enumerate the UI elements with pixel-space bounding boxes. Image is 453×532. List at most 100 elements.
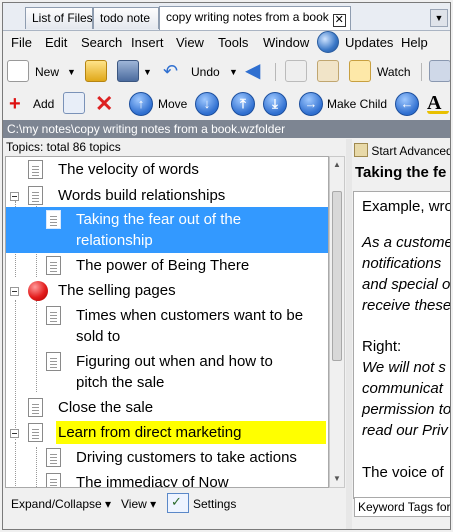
menu-tools[interactable]: Tools <box>218 35 248 50</box>
new-note-icon[interactable] <box>7 60 29 82</box>
keyword-tags-field[interactable]: Keyword Tags for <box>354 497 450 517</box>
new-button[interactable]: New <box>35 60 59 84</box>
note-icon <box>28 186 43 205</box>
note-text-line: read our Priv <box>362 422 448 439</box>
collapse-toggle-icon[interactable] <box>10 429 19 438</box>
delete-icon[interactable]: ✕ <box>95 92 113 116</box>
start-advanced-button[interactable]: Start Advanced <box>371 144 450 158</box>
note-text-line: receive these <box>362 297 451 314</box>
scroll-thumb[interactable] <box>332 191 342 361</box>
note-icon <box>28 398 43 417</box>
tree-item-selected[interactable]: Taking the fear out of the relationship <box>6 207 328 253</box>
watch-icon[interactable] <box>349 60 371 82</box>
tree-item-label-line2: sold to <box>76 328 121 345</box>
scroll-down-icon[interactable]: ▼ <box>330 471 344 487</box>
back-arrow-icon[interactable]: ◀ <box>245 60 267 82</box>
note-icon <box>46 256 61 275</box>
open-folder-icon[interactable] <box>85 60 107 82</box>
move-button[interactable]: Move <box>158 92 187 116</box>
watch-button[interactable]: Watch <box>377 60 411 84</box>
note-text-line: notifications <box>362 255 442 272</box>
add-child-list-icon[interactable] <box>63 92 85 114</box>
tab-list-dropdown-icon[interactable]: ▼ <box>430 9 448 27</box>
tree-item-label-line2: pitch the sale <box>76 374 165 391</box>
tree-item[interactable]: Figuring out when and how to pitch the s… <box>6 349 328 395</box>
menu-help[interactable]: Help <box>401 35 428 50</box>
tab-label: copy writing notes from a book <box>166 10 329 24</box>
view-menu[interactable]: View ▾ <box>121 496 156 512</box>
make-child-arrow-icon[interactable]: → <box>299 92 323 116</box>
tree-item[interactable]: Times when customers want to be sold to <box>6 303 328 349</box>
menu-file[interactable]: File <box>11 35 32 50</box>
note-icon <box>28 160 43 179</box>
tree-item[interactable]: Learn from direct marketing <box>6 420 328 445</box>
save-icon[interactable] <box>117 60 139 82</box>
add-plus-icon[interactable]: + <box>9 92 21 116</box>
tree-item-label: Times when customers want to be <box>76 307 304 324</box>
move-down-icon[interactable]: ↓ <box>195 92 219 116</box>
menu-edit[interactable]: Edit <box>45 35 67 50</box>
scroll-up-icon[interactable]: ▲ <box>330 157 344 173</box>
tree-item-label: The power of Being There <box>76 257 250 274</box>
note-title[interactable]: Taking the fe <box>355 164 446 181</box>
new-dropdown-icon[interactable]: ▼ <box>67 60 76 84</box>
settings-checklist-icon[interactable] <box>167 493 189 513</box>
font-icon[interactable]: A <box>427 92 449 114</box>
globe-icon[interactable] <box>317 31 339 53</box>
tree-item[interactable]: Close the sale <box>6 395 328 420</box>
tools-icon[interactable] <box>429 60 450 82</box>
note-text-line: and special o <box>362 276 451 293</box>
tab-copy-writing-notes[interactable]: copy writing notes from a book ✕ <box>159 6 351 30</box>
save-dropdown-icon[interactable]: ▼ <box>143 60 152 84</box>
menu-view[interactable]: View <box>176 35 204 50</box>
tab-label: List of Files <box>32 11 93 25</box>
tree-item[interactable]: The immediacy of Now <box>6 470 328 487</box>
note-icon <box>28 423 43 442</box>
tab-list-of-files[interactable]: List of Files <box>25 7 93 29</box>
tree-item[interactable]: The selling pages <box>6 278 328 303</box>
tree-item[interactable]: The velocity of words <box>6 157 328 183</box>
expand-collapse-menu[interactable]: Expand/Collapse ▾ <box>11 496 111 512</box>
undo-dropdown-icon[interactable]: ▼ <box>229 60 238 84</box>
tree-item-label: Figuring out when and how to <box>76 353 273 370</box>
copy-icon[interactable] <box>285 60 307 82</box>
note-text-line: As a custome <box>362 234 451 251</box>
move-top-icon[interactable]: ⤒ <box>231 92 255 116</box>
topic-tree[interactable]: The velocity of words Words build relati… <box>5 156 329 488</box>
collapse-toggle-icon[interactable] <box>10 192 19 201</box>
tab-todo-note[interactable]: todo note <box>93 7 159 29</box>
tab-label: todo note <box>100 11 151 25</box>
menu-updates[interactable]: Updates <box>345 35 393 50</box>
paste-icon[interactable] <box>317 60 339 82</box>
collapse-toggle-icon[interactable] <box>10 287 19 296</box>
tree-item[interactable]: Words build relationships <box>6 183 328 207</box>
note-text-line: We will not s <box>362 359 446 376</box>
add-button[interactable]: Add <box>33 92 54 116</box>
move-bottom-icon[interactable]: ⤓ <box>263 92 287 116</box>
edit-pencil-icon[interactable] <box>354 143 368 157</box>
tree-item[interactable]: The power of Being There <box>6 253 328 278</box>
menu-insert[interactable]: Insert <box>131 35 164 50</box>
undo-button[interactable]: Undo <box>191 60 220 84</box>
tree-scrollbar[interactable]: ▲ ▼ <box>329 156 345 488</box>
topics-count: Topics: total 86 topics <box>6 140 121 154</box>
menu-window[interactable]: Window <box>263 35 309 50</box>
move-up-icon[interactable]: ↑ <box>129 92 153 116</box>
menu-bar: File Edit Search Insert View Tools Windo… <box>3 31 450 55</box>
close-tab-icon[interactable]: ✕ <box>332 14 346 27</box>
toolbar-separator <box>275 63 276 81</box>
make-parent-arrow-icon[interactable]: ← <box>395 92 419 116</box>
note-icon <box>46 448 61 467</box>
tree-item-label: The velocity of words <box>58 161 199 178</box>
tree-item-label: Taking the fear out of the <box>76 211 242 228</box>
note-icon <box>46 306 61 325</box>
make-child-button[interactable]: Make Child <box>327 92 387 116</box>
note-text-line: communicat <box>362 380 443 397</box>
tree-item[interactable]: Driving customers to take actions <box>6 445 328 470</box>
note-icon <box>46 352 61 371</box>
note-body[interactable]: Example, wro As a custome notifications … <box>353 191 451 499</box>
tree-item-label: Driving customers to take actions <box>76 449 297 466</box>
menu-search[interactable]: Search <box>81 35 122 50</box>
settings-button[interactable]: Settings <box>193 496 236 512</box>
undo-arrow-icon[interactable]: ↶ <box>163 60 187 82</box>
